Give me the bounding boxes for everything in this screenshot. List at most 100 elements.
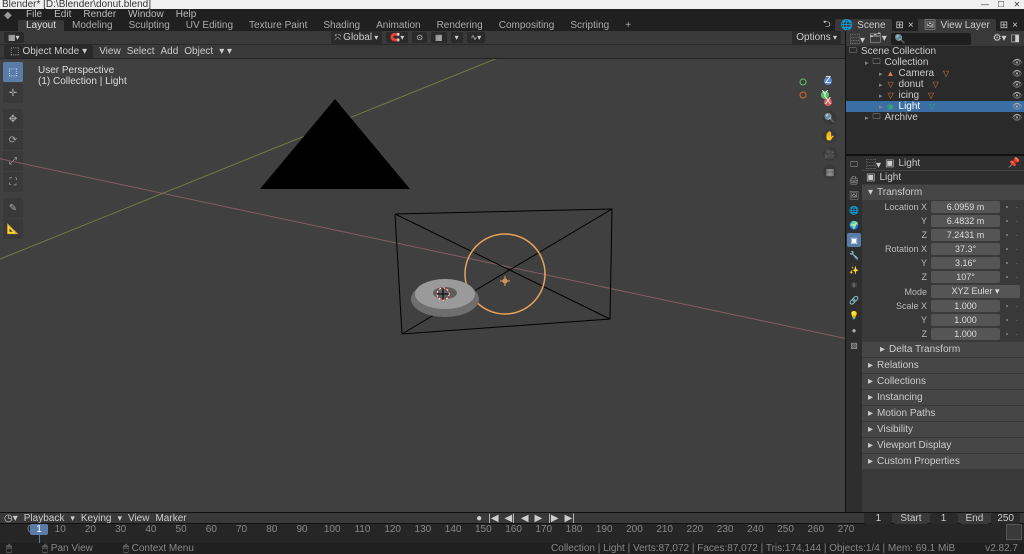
editor-type-selector[interactable]: ▦▾: [4, 32, 24, 43]
value-field[interactable]: 1.000: [931, 314, 1000, 326]
keyframe-dot-icon[interactable]: 🞄: [1004, 258, 1010, 268]
view-menu[interactable]: View: [99, 46, 121, 57]
keyframe-dot-icon[interactable]: 🞄: [1004, 216, 1010, 226]
pan-icon[interactable]: ✋: [823, 129, 837, 143]
tab-modifiers[interactable]: 🔧: [847, 248, 861, 262]
value-field[interactable]: 6.0959 m: [931, 201, 1000, 213]
minimize-button[interactable]: —: [980, 0, 990, 9]
curve-icon[interactable]: ∿▾: [467, 32, 486, 43]
tab-physics[interactable]: ⚛: [847, 278, 861, 292]
add-menu[interactable]: Add: [160, 46, 178, 57]
panel-visibility[interactable]: ▸Visibility: [862, 422, 1024, 437]
keyframe-dot-icon[interactable]: 🞄: [1004, 301, 1010, 311]
panel-motion-paths[interactable]: ▸Motion Paths: [862, 406, 1024, 421]
viewlayer-new-icon[interactable]: ⊞: [1000, 20, 1008, 31]
close-button[interactable]: ✕: [1012, 0, 1022, 9]
scene-new-icon[interactable]: ⊞: [896, 20, 904, 31]
timeline-editor-type[interactable]: ◷▾: [4, 513, 18, 524]
value-field[interactable]: 1.000: [931, 328, 1000, 340]
visibility-toggle[interactable]: 👁: [1012, 69, 1022, 78]
keyframe-dot-icon[interactable]: 🞄: [1004, 244, 1010, 254]
menu-edit[interactable]: Edit: [48, 9, 77, 20]
jump-last-icon[interactable]: ▶|: [563, 513, 577, 524]
visibility-toggle[interactable]: 👁: [1012, 102, 1022, 111]
select-box-tool[interactable]: ⬚: [3, 62, 23, 82]
tab-layout[interactable]: Layout: [18, 20, 64, 31]
panel-delta-transform[interactable]: ▸Delta Transform: [862, 342, 1024, 357]
editor-type-icon[interactable]: ⿳▾: [866, 156, 881, 171]
zoom-icon[interactable]: 🔍: [823, 111, 837, 125]
property-datablock[interactable]: ▣ Light: [862, 170, 1024, 184]
snap-toggle[interactable]: 🧲▾: [386, 32, 408, 43]
filter-icon-2[interactable]: ◨: [1011, 33, 1020, 44]
orientation-selector[interactable]: ⤧ Global ▾: [331, 31, 383, 44]
value-field[interactable]: 107°: [931, 271, 1000, 283]
outliner-search-input[interactable]: [891, 33, 971, 45]
value-field[interactable]: 3.16°: [931, 257, 1000, 269]
tab-data[interactable]: 💡: [847, 308, 861, 322]
frame-cursor[interactable]: 1: [30, 524, 48, 535]
keyframe-dot-icon[interactable]: 🞄: [1004, 272, 1010, 282]
current-frame-field[interactable]: 1: [864, 513, 892, 524]
maximize-button[interactable]: ☐: [996, 0, 1006, 9]
menu-file[interactable]: File: [20, 9, 48, 20]
keyframe-dot-icon[interactable]: 🞄: [1004, 202, 1010, 212]
outliner-item-camera[interactable]: ▸▲Camera▽👁: [846, 68, 1024, 79]
select-menu[interactable]: Select: [127, 46, 155, 57]
outliner-item-archive[interactable]: ▸🗀Archive👁: [846, 112, 1024, 123]
outliner-item-donut[interactable]: ▸▽donut▽👁: [846, 79, 1024, 90]
visibility-toggle[interactable]: 👁: [1012, 58, 1022, 67]
tab-rendering[interactable]: Rendering: [429, 20, 491, 31]
menu-render[interactable]: Render: [77, 9, 122, 20]
persp-ortho-icon[interactable]: ▦: [823, 165, 837, 179]
tab-particles[interactable]: ✨: [847, 263, 861, 277]
measure-tool[interactable]: 📐: [3, 219, 23, 239]
panel-collections[interactable]: ▸Collections: [862, 374, 1024, 389]
panel-custom-properties[interactable]: ▸Custom Properties: [862, 454, 1024, 469]
play-icon[interactable]: ▶: [533, 513, 545, 524]
3d-viewport[interactable]: ⬚ ✛ ✥ ⟳ ⤢ ⛶ ✎ 📐 User Perspective (1) Col…: [0, 59, 845, 512]
visibility-toggle[interactable]: 👁: [1012, 113, 1022, 122]
value-field[interactable]: 6.4832 m: [931, 215, 1000, 227]
keyframe-next-icon[interactable]: |▶: [546, 513, 560, 524]
play-reverse-icon[interactable]: ◀: [519, 513, 531, 524]
tl-menu-marker[interactable]: Marker: [155, 513, 186, 524]
tab-animation[interactable]: Animation: [368, 20, 428, 31]
navigation-gizmo[interactable]: Z Y X: [797, 71, 833, 107]
tab-scene[interactable]: 🌐: [847, 203, 861, 217]
panel-viewport-display[interactable]: ▸Viewport Display: [862, 438, 1024, 453]
editor-type-icon[interactable]: ⿳▾: [850, 31, 865, 46]
menu-window[interactable]: Window: [122, 9, 170, 20]
tab-shading[interactable]: Shading: [315, 20, 368, 31]
camera-view-icon[interactable]: 🎥: [823, 147, 837, 161]
menu-help[interactable]: Help: [170, 9, 203, 20]
tab-texture-paint[interactable]: Texture Paint: [241, 20, 315, 31]
move-tool[interactable]: ✥: [3, 109, 23, 129]
jump-first-icon[interactable]: |◀: [486, 513, 500, 524]
tab-output[interactable]: 🖨: [847, 173, 861, 187]
tl-menu-keying[interactable]: Keying: [81, 513, 112, 524]
tab-texture[interactable]: ▨: [847, 338, 861, 352]
panel-transform[interactable]: ▾Transform: [862, 185, 1024, 200]
value-field[interactable]: 37.3°: [931, 243, 1000, 255]
rotate-tool[interactable]: ⟳: [3, 130, 23, 150]
tab-scripting[interactable]: Scripting: [562, 20, 617, 31]
tab-viewlayer[interactable]: 🖼: [847, 188, 861, 202]
display-mode-icon[interactable]: 🗂▾: [869, 33, 887, 44]
value-field[interactable]: 1.000: [931, 300, 1000, 312]
timeline-ruler[interactable]: 0102030405060708090100110120130140150160…: [0, 524, 1024, 543]
proportional-edit[interactable]: ⊙: [412, 32, 427, 43]
shading-dropdown[interactable]: ▾: [227, 46, 232, 57]
viewlayer-delete-icon[interactable]: ×: [1012, 20, 1018, 31]
tab-uv-editing[interactable]: UV Editing: [178, 20, 241, 31]
tab-modeling[interactable]: Modeling: [64, 20, 121, 31]
panel-relations[interactable]: ▸Relations: [862, 358, 1024, 373]
panel-instancing[interactable]: ▸Instancing: [862, 390, 1024, 405]
tab-render[interactable]: 🖵: [847, 158, 861, 172]
visibility-toggle[interactable]: 👁: [1012, 80, 1022, 89]
pin-icon[interactable]: 📌: [1008, 158, 1020, 169]
keyframe-dot-icon[interactable]: 🞄: [1004, 230, 1010, 240]
start-frame-field[interactable]: 1: [930, 513, 958, 524]
visibility-toggle[interactable]: 👁: [1012, 91, 1022, 100]
tab-object[interactable]: ▣: [847, 233, 861, 247]
